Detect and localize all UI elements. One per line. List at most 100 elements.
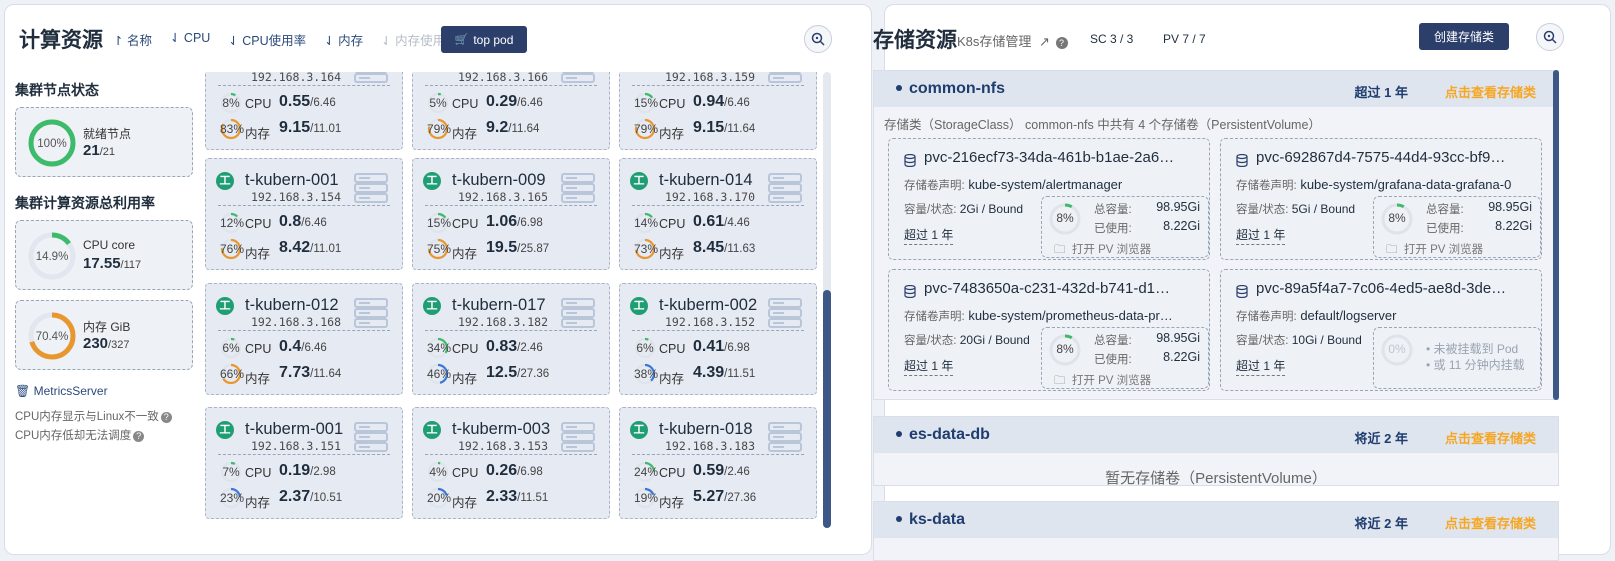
node-card[interactable]: 工 192.168.3.164 8% CPU 0.55/6.46 83% 内存 … <box>205 72 403 150</box>
node-card[interactable]: 工 192.168.3.166 5% CPU 0.29/6.46 79% 内存 … <box>412 72 610 150</box>
node-card[interactable]: 工 t-kubern-018 192.168.3.183 24% CPU 0.5… <box>619 407 817 519</box>
view-storage-class-link[interactable]: 点击查看存储类 <box>1445 82 1536 101</box>
node-cpu-used: 0.29 <box>486 93 518 110</box>
node-cpu-value: 0.26/6.98 <box>486 462 543 480</box>
pv-usage-percent: 0% <box>1388 342 1406 356</box>
sort-name[interactable]: ↾ 名称 <box>113 30 152 49</box>
open-pv-browser-link[interactable]: 🗀 打开 PV 浏览器 <box>1054 372 1151 392</box>
pv-card[interactable]: pvc-89a5f4a7-7c06-4ed5-ae8d-3de… 存储卷声明: … <box>1220 269 1542 391</box>
node-card[interactable]: 工 t-kubern-012 192.168.3.168 6% CPU 0.4/… <box>205 283 403 395</box>
node-mem-value: 8.42/11.01 <box>279 239 341 257</box>
node-cpu-total: /6.46 <box>301 217 327 229</box>
node-card[interactable]: 工 t-kuberm-003 192.168.3.153 4% CPU 0.26… <box>412 407 610 519</box>
node-mem-used: 4.39 <box>693 364 725 381</box>
node-mem-total: /11.51 <box>724 368 756 380</box>
metrics-server-link[interactable]: 🗑 MetricsServer <box>15 384 108 398</box>
group-age: 将近 2 年 <box>1354 431 1408 446</box>
node-status-icon: 工 <box>630 172 648 190</box>
sort-cpu[interactable]: ⇃ CPU <box>170 30 210 49</box>
external-link-icon[interactable]: ↗ <box>1039 34 1050 49</box>
group-name: es-data-db <box>909 426 990 443</box>
note-linux[interactable]: CPU内存显示与Linux不一致? <box>15 408 172 424</box>
node-grid-scroll-thumb[interactable] <box>823 290 831 528</box>
node-mem-total: /11.64 <box>310 368 342 380</box>
node-mem-value: 2.37/10.51 <box>279 488 342 506</box>
note-linux-text: CPU内存显示与Linux不一致 <box>15 411 159 423</box>
node-mem-value: 5.27/27.36 <box>693 488 756 506</box>
cpu-core-box: 14.9% CPU core 17.55/117 <box>15 220 193 290</box>
bullet-icon <box>896 85 902 91</box>
pv-name[interactable]: pvc-692867d4-7575-44d4-93cc-bf9… <box>1256 149 1538 166</box>
node-mem-label: 内存 <box>659 127 685 141</box>
node-cpu-label: CPU <box>245 97 272 111</box>
node-mem-row: 76% 内存 8.42/11.01 <box>220 238 400 261</box>
view-storage-class-link[interactable]: 点击查看存储类 <box>1445 428 1536 447</box>
node-cpu-label: CPU <box>452 217 479 231</box>
node-card[interactable]: 工 t-kubern-009 192.168.3.165 15% CPU 1.0… <box>412 158 610 270</box>
node-ip: 192.168.3.154 <box>251 190 342 204</box>
node-cpu-value: 0.94/6.46 <box>693 93 750 111</box>
node-cpu-row: 5% CPU 0.29/6.46 <box>427 92 607 114</box>
node-cpu-label: CPU <box>245 217 272 231</box>
view-storage-class-link[interactable]: 点击查看存储类 <box>1445 513 1536 532</box>
node-name: t-kuberm-002 <box>659 296 758 314</box>
zoom-button-storage[interactable] <box>1536 23 1564 51</box>
node-cpu-percent: 8% <box>222 96 240 110</box>
node-mem-value: 2.33/11.51 <box>486 488 548 506</box>
node-divider <box>218 454 390 455</box>
node-status-icon: 工 <box>423 421 441 439</box>
node-card[interactable]: 工 t-kubern-017 192.168.3.182 34% CPU 0.8… <box>412 283 610 395</box>
top-pod-button[interactable]: 🛒 top pod <box>441 26 527 53</box>
node-status-icon: 工 <box>423 297 441 315</box>
node-mem-label: 内存 <box>452 127 478 141</box>
folder-icon: 🗀 <box>1054 244 1066 256</box>
node-card[interactable]: 工 t-kubern-001 192.168.3.154 12% CPU 0.8… <box>205 158 403 270</box>
pv-capacity: 容量/状态: 20Gi / Bound <box>904 332 1030 348</box>
node-card[interactable]: 工 t-kubern-014 192.168.3.170 14% CPU 0.6… <box>619 158 817 270</box>
open-pv-browser-label: 打开 PV 浏览器 <box>1403 244 1484 256</box>
help-icon[interactable]: ? <box>1055 37 1068 49</box>
sort-mem[interactable]: ⇃ 内存 <box>324 30 363 49</box>
open-pv-browser-link[interactable]: 🗀 打开 PV 浏览器 <box>1054 241 1151 261</box>
node-card[interactable]: 工 192.168.3.159 15% CPU 0.94/6.46 79% 内存… <box>619 72 817 150</box>
pv-name[interactable]: pvc-216ecf73-34da-461b-b1ae-2a6… <box>924 149 1206 166</box>
node-card[interactable]: 工 t-kuberm-001 192.168.3.151 7% CPU 0.19… <box>205 407 403 519</box>
node-mem-used: 8.45 <box>693 239 725 256</box>
node-cpu-label: CPU <box>659 466 686 480</box>
open-pv-browser-link[interactable]: 🗀 打开 PV 浏览器 <box>1386 241 1483 261</box>
sort-cpu-usage-label: CPU使用率 <box>242 34 307 48</box>
node-cpu-percent: 14% <box>634 216 659 230</box>
zoom-button[interactable] <box>804 25 832 53</box>
pv-name[interactable]: pvc-7483650a-c231-432d-b741-d1… <box>924 280 1206 297</box>
pv-claim-value: default/logserver <box>1300 308 1397 323</box>
node-card[interactable]: 工 t-kuberm-002 192.168.3.152 6% CPU 0.41… <box>619 283 817 395</box>
node-cpu-label: CPU <box>659 342 686 356</box>
node-cpu-total: /6.98 <box>724 342 750 354</box>
sort-cpu-usage[interactable]: ⇃ CPU使用率 <box>228 30 306 49</box>
pv-capacity: 容量/状态: 2Gi / Bound <box>904 201 1023 217</box>
cpu-core-percent: 14.9% <box>36 251 69 263</box>
node-mem-percent: 19% <box>634 491 659 505</box>
node-status-icon: 工 <box>630 297 648 315</box>
mem-gib-total: /327 <box>108 339 130 351</box>
node-mem-percent: 66% <box>220 367 245 381</box>
node-mem-total: /27.36 <box>517 368 550 380</box>
node-cpu-value: 0.59/2.46 <box>693 462 750 480</box>
pv-name[interactable]: pvc-89a5f4a7-7c06-4ed5-ae8d-3de… <box>1256 280 1538 297</box>
node-mem-row: 79% 内存 9.15/11.64 <box>634 118 814 141</box>
node-name: t-kuberm-001 <box>245 420 344 438</box>
node-mem-label: 内存 <box>245 372 271 386</box>
group-description: 存储类（StorageClass） common-nfs 中共有 4 个存储卷（… <box>884 118 1321 132</box>
node-cpu-value: 0.41/6.98 <box>693 338 750 356</box>
pv-card[interactable]: pvc-692867d4-7575-44d4-93cc-bf9… 存储卷声明: … <box>1220 138 1542 260</box>
node-divider <box>632 205 804 206</box>
pv-card[interactable]: pvc-216ecf73-34da-461b-b1ae-2a6… 存储卷声明: … <box>888 138 1210 260</box>
ready-label: 就绪节点 <box>83 127 132 141</box>
note-schedule[interactable]: CPU内存低却无法调度? <box>15 427 145 443</box>
create-storage-class-button[interactable]: 创建存储类 <box>1419 23 1509 50</box>
sort-mem-label: 内存 <box>338 34 364 48</box>
pv-card[interactable]: pvc-7483650a-c231-432d-b741-d1… 存储卷声明: k… <box>888 269 1210 391</box>
storage-scroll-thumb[interactable] <box>1553 70 1559 400</box>
node-cpu-value: 0.29/6.46 <box>486 93 543 111</box>
node-divider <box>425 85 597 86</box>
